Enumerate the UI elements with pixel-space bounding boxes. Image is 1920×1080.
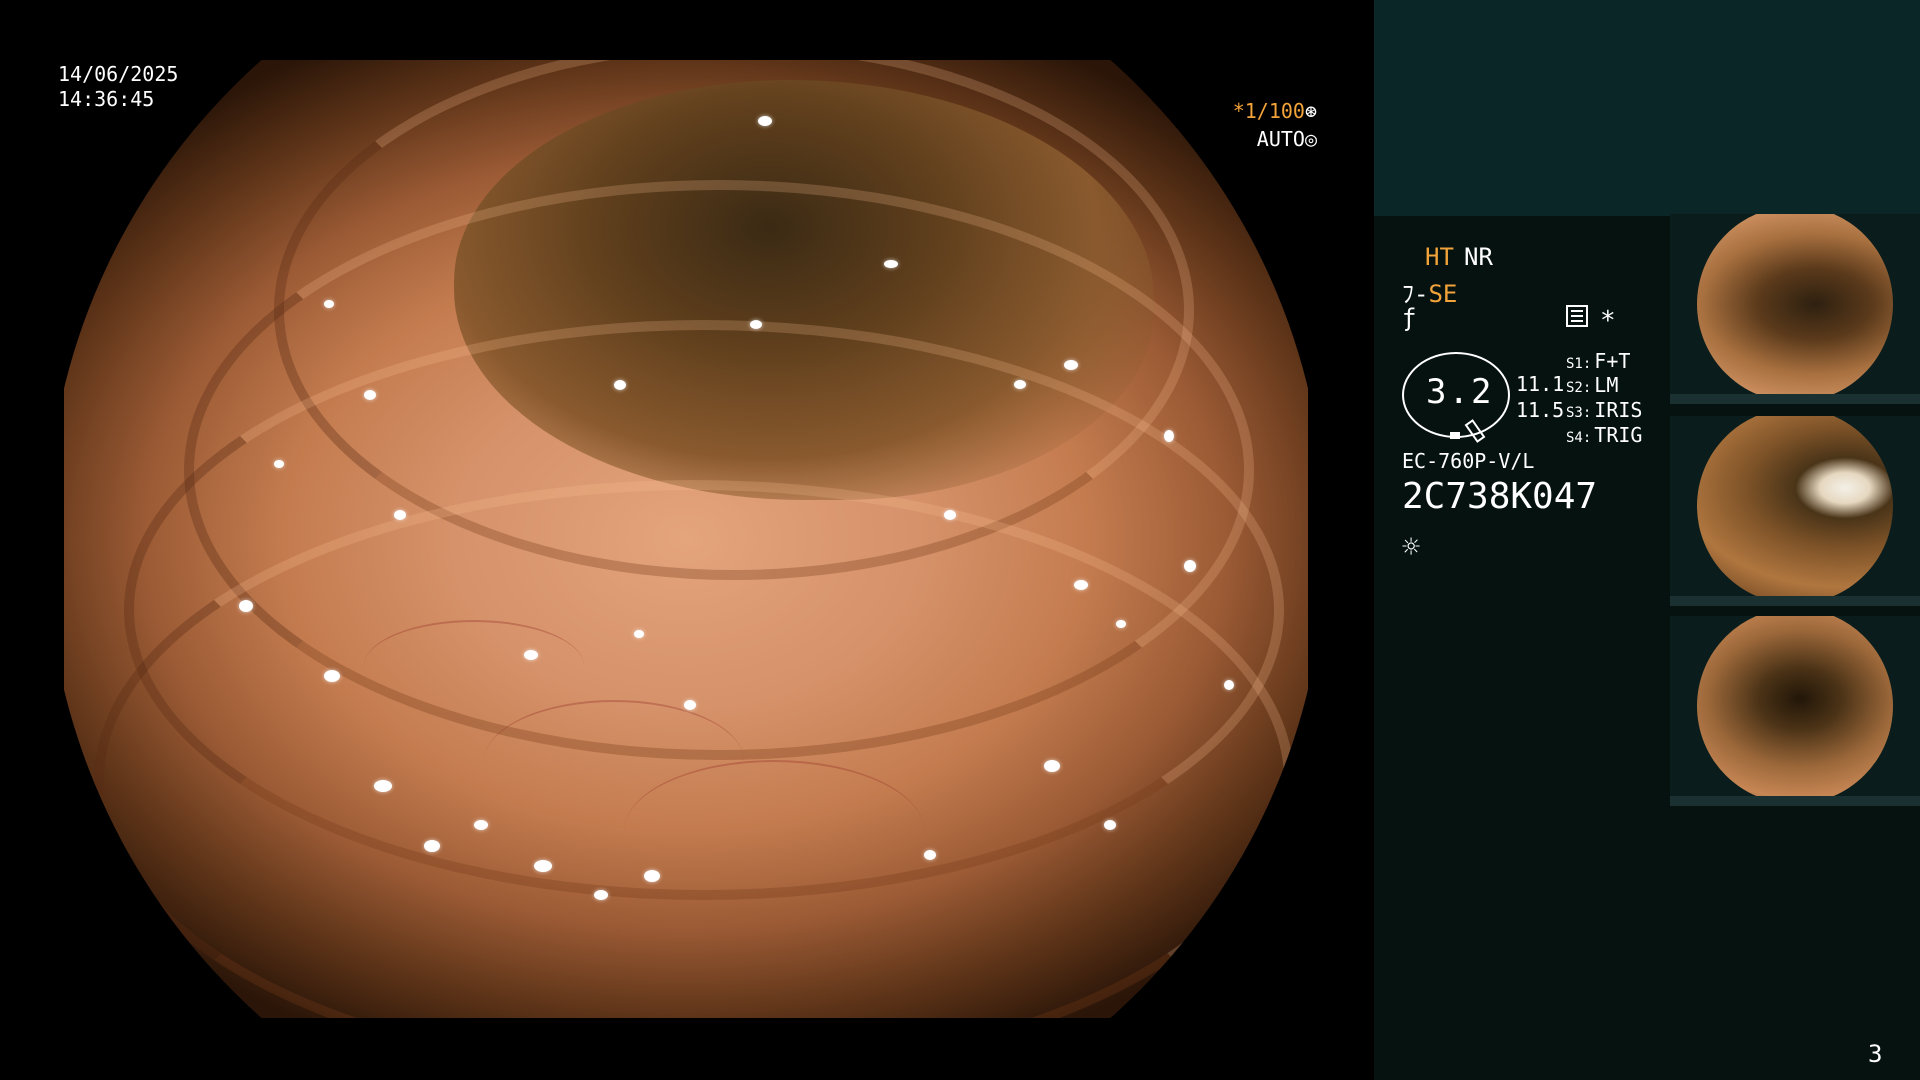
glint xyxy=(474,820,488,830)
se-label: SE xyxy=(1428,280,1458,308)
vessel xyxy=(364,620,584,712)
glint xyxy=(274,460,284,468)
scope-model: EC-760P-V/L xyxy=(1402,449,1535,473)
capture-thumbnail[interactable] xyxy=(1670,214,1920,404)
glint xyxy=(1044,760,1060,772)
glint xyxy=(944,510,956,520)
star-icon: * xyxy=(1600,306,1616,336)
thumbnail-strip xyxy=(1670,596,1920,606)
time-readout: 14:36:45 xyxy=(58,87,155,111)
glint xyxy=(614,380,626,390)
glint xyxy=(644,870,660,882)
switch-key: S4: xyxy=(1566,430,1592,446)
glint xyxy=(394,510,406,520)
glint xyxy=(594,890,608,900)
thumbnail-strip xyxy=(1670,394,1920,404)
glint xyxy=(424,840,440,852)
switch-row: S2: LM xyxy=(1566,373,1618,397)
ht-indicator: HT xyxy=(1425,243,1454,271)
thumbnail-image xyxy=(1697,616,1893,796)
glint xyxy=(324,670,340,682)
info-panel-header xyxy=(1374,0,1920,216)
capture-thumbnail[interactable] xyxy=(1670,416,1920,606)
switch-key: S3: xyxy=(1566,405,1592,421)
readout-2: 11.5 xyxy=(1516,398,1565,422)
glint xyxy=(324,300,334,308)
switch-key: S2: xyxy=(1566,380,1592,396)
thumbnail-image xyxy=(1697,416,1893,596)
switch-row: S3: IRIS xyxy=(1566,398,1642,422)
zoom-marker xyxy=(1450,432,1460,439)
memory-icon xyxy=(1566,305,1588,327)
f-icon: ƒ xyxy=(1402,304,1417,332)
shutter-speed-label: *1/100 xyxy=(1232,99,1305,123)
shutter-speed: *1/100⊛ xyxy=(1233,99,1317,123)
glint xyxy=(684,700,696,710)
glint xyxy=(1104,820,1116,830)
vessel xyxy=(624,760,924,902)
glint xyxy=(1224,680,1234,690)
switch-row: S1: F+T xyxy=(1566,349,1630,373)
auto-mode: AUTO◎ xyxy=(1257,127,1317,151)
glint xyxy=(758,116,772,126)
page-number: 3 xyxy=(1868,1040,1883,1068)
glint xyxy=(239,600,253,612)
scope-serial: 2C738K047 xyxy=(1402,476,1598,517)
glint xyxy=(884,260,898,268)
capture-thumbnail[interactable] xyxy=(1670,616,1920,806)
glint xyxy=(1164,430,1174,442)
thumbnail-strip xyxy=(1670,796,1920,806)
target-icon: ◎ xyxy=(1304,127,1317,151)
aperture-icon: ⊛ xyxy=(1304,99,1317,123)
glint xyxy=(534,860,552,872)
glint xyxy=(1014,380,1026,389)
switch-value: LM xyxy=(1594,373,1619,397)
switch-value: F+T xyxy=(1594,349,1631,373)
glint xyxy=(1074,580,1088,590)
readout-1: 11.1 xyxy=(1516,372,1565,396)
glint xyxy=(364,390,376,400)
endoscope-view xyxy=(64,60,1308,1018)
date-readout: 14/06/2025 xyxy=(58,62,179,86)
sun-icon: ☼ xyxy=(1402,530,1421,565)
glint xyxy=(524,650,538,660)
info-panel: HT NR ﾌ-SE ƒ * 3.2 11.1 11.5 S1: F+T S2: L… xyxy=(1374,0,1920,1080)
switch-value: IRIS xyxy=(1594,398,1643,422)
glint xyxy=(634,630,644,638)
glint xyxy=(1116,620,1126,628)
thumbnail-image xyxy=(1697,214,1893,394)
switch-row: S4: TRIG xyxy=(1566,423,1642,447)
switch-key: S1: xyxy=(1566,356,1592,372)
glint xyxy=(1184,560,1196,572)
glint xyxy=(750,320,762,329)
zoom-value: 3.2 xyxy=(1426,372,1494,412)
auto-mode-label: AUTO xyxy=(1256,127,1305,151)
glint xyxy=(1064,360,1078,370)
nr-indicator: NR xyxy=(1464,243,1493,271)
switch-value: TRIG xyxy=(1594,423,1643,447)
glint xyxy=(374,780,392,792)
glint xyxy=(924,850,936,860)
